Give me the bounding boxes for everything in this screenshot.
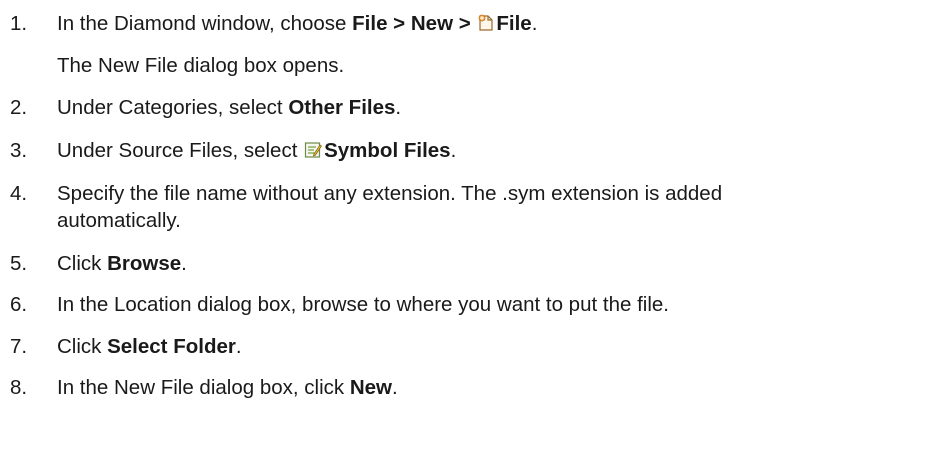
step-punctuation: . xyxy=(235,335,242,358)
step-text-plain: In the Diamond window, choose xyxy=(57,12,353,35)
ui-term: Browse xyxy=(107,252,182,275)
step-text: Under Source Files, select Symbol Files. xyxy=(57,137,456,166)
step-number: 6. xyxy=(10,293,28,316)
step-punctuation: . xyxy=(450,139,457,162)
menu-file-item-label: File xyxy=(496,12,532,35)
step-punctuation: . xyxy=(391,376,398,399)
step-punctuation: . xyxy=(395,96,402,119)
step-text-line: automatically. xyxy=(57,209,181,232)
step-text-plain: In the New File dialog box, click xyxy=(57,376,350,399)
step-number: 1. xyxy=(10,12,28,35)
instruction-document: 1. In the Diamond window, choose File > … xyxy=(0,0,925,450)
step-text: Click Select Folder. xyxy=(57,333,242,360)
step-text: In the Location dialog box, browse to wh… xyxy=(57,293,669,316)
ui-term: New xyxy=(349,376,392,399)
step-number: 2. xyxy=(10,96,28,119)
step-text: In the Diamond window, choose File > New… xyxy=(57,10,537,39)
step-number: 5. xyxy=(10,252,28,275)
step-text-plain: Under Categories, select xyxy=(57,96,289,119)
menu-separator: > xyxy=(387,12,411,35)
step-number: 8. xyxy=(10,376,28,399)
new-file-icon xyxy=(477,12,494,39)
step-text-plain: Click xyxy=(57,335,108,358)
step-number: 4. xyxy=(10,182,28,205)
step-text: Click Browse. xyxy=(57,250,187,277)
step-text-plain: Click xyxy=(57,252,108,275)
menu-new-label: New xyxy=(410,12,454,35)
step-number: 7. xyxy=(10,335,28,358)
step-text: Under Categories, select Other Files. xyxy=(57,94,401,121)
menu-file-label: File xyxy=(352,12,388,35)
ui-term: Other Files xyxy=(288,96,396,119)
step-punctuation: . xyxy=(181,252,187,275)
step-text: In the New File dialog box, click New. xyxy=(57,374,398,401)
step-number: 3. xyxy=(10,139,28,162)
ui-term: Select Folder xyxy=(107,335,236,358)
symbol-file-icon xyxy=(304,139,323,166)
ui-term: Symbol Files xyxy=(324,139,451,162)
step-1-note: The New File dialog box opens. xyxy=(57,54,345,77)
step-text-line: Specify the file name without any extens… xyxy=(57,182,723,205)
step-text-plain: Under Source Files, select xyxy=(57,139,304,162)
menu-separator: > xyxy=(453,12,477,35)
step-text: Specify the file name without any extens… xyxy=(57,180,722,234)
step-punctuation: . xyxy=(531,12,538,35)
